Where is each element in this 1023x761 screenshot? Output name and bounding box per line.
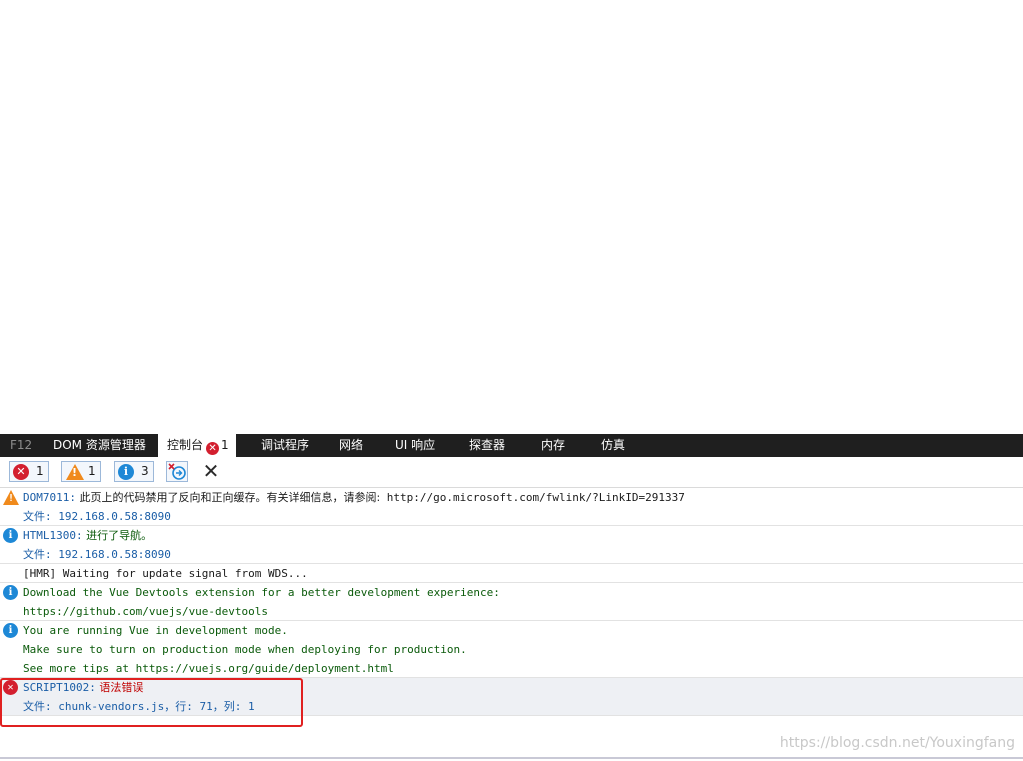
info-icon: i	[3, 528, 18, 543]
tab-network[interactable]: 网络	[339, 434, 363, 457]
error-icon: ✕	[206, 442, 220, 455]
browser-page-blank	[0, 0, 1023, 434]
console-output: ! DOM7011: 此页上的代码禁用了反向和正向缓存。有关详细信息，请参阅: …	[0, 488, 1023, 761]
info-icon: i	[118, 464, 134, 480]
message-text: You are running Vue in development mode.	[23, 624, 288, 637]
message-text: Download the Vue Devtools extension for …	[23, 586, 500, 599]
message-line: SCRIPT1002: 语法错误	[23, 678, 143, 697]
filter-info-button[interactable]: i 3	[114, 461, 154, 482]
message-code: DOM7011:	[23, 491, 76, 504]
console-message-info[interactable]: i You are running Vue in development mod…	[0, 621, 1023, 678]
console-message-log[interactable]: [HMR] Waiting for update signal from WDS…	[0, 564, 1023, 583]
warning-icon: !	[66, 464, 84, 480]
message-text: Make sure to turn on production mode whe…	[23, 643, 467, 656]
console-toolbar: ✕ 1 ! 1 i 3 ✕	[0, 457, 1023, 488]
tab-console[interactable]: 控制台 ✕ 1	[158, 434, 236, 457]
filter-errors-button[interactable]: ✕ 1	[9, 461, 49, 482]
message-source-file[interactable]: 文件: chunk-vendors.js，行: 71，列: 1	[23, 697, 255, 716]
tab-emulation[interactable]: 仿真	[601, 434, 625, 457]
console-message-info[interactable]: i Download the Vue Devtools extension fo…	[0, 583, 1023, 621]
message-code: SCRIPT1002:	[23, 681, 96, 694]
tab-debugger[interactable]: 调试程序	[261, 434, 309, 457]
message-code: HTML1300:	[23, 529, 83, 542]
message-text-link[interactable]: https://github.com/vuejs/vue-devtools	[23, 602, 268, 621]
filter-warnings-button[interactable]: ! 1	[61, 461, 101, 482]
tab-ui-responsiveness[interactable]: UI 响应	[395, 434, 435, 457]
console-message-error[interactable]: ✕ SCRIPT1002: 语法错误 文件: chunk-vendors.js，…	[0, 678, 1023, 716]
info-icon: i	[3, 623, 18, 638]
console-message-info[interactable]: i HTML1300: 进行了导航。 文件: 192.168.0.58:8090	[0, 526, 1023, 564]
warning-icon: !	[3, 490, 19, 505]
message-text: See more tips at https://vuejs.org/guide…	[23, 662, 394, 675]
message-source-file[interactable]: 文件: 192.168.0.58:8090	[23, 507, 171, 526]
error-icon: ✕	[3, 680, 18, 695]
tab-dom-explorer[interactable]: DOM 资源管理器	[53, 434, 146, 457]
info-count: 3	[141, 464, 149, 478]
message-text: [HMR] Waiting for update signal from WDS…	[23, 567, 308, 580]
error-icon: ✕	[13, 464, 29, 480]
message-text: 进行了导航。	[82, 529, 153, 542]
devtools-tab-bar: F12 DOM 资源管理器 控制台 ✕ 1 调试程序 网络 UI 响应 探查器 内存…	[0, 434, 1023, 457]
watermark: https://blog.csdn.net/Youxingfang	[779, 735, 1015, 751]
panel-bottom-border	[0, 757, 1023, 759]
tab-profiler[interactable]: 探查器	[469, 434, 505, 457]
tab-memory[interactable]: 内存	[541, 434, 565, 457]
warnings-count: 1	[88, 464, 96, 478]
tab-console-label: 控制台	[167, 438, 204, 452]
console-message-warning[interactable]: ! DOM7011: 此页上的代码禁用了反向和正向缓存。有关详细信息，请参阅: …	[0, 488, 1023, 526]
message-source-file[interactable]: 文件: 192.168.0.58:8090	[23, 545, 171, 564]
message-line: HTML1300: 进行了导航。	[23, 526, 152, 545]
message-link[interactable]: http://go.microsoft.com/fwlink/?LinkID=2…	[380, 491, 685, 504]
f12-devtools-panel: F12 DOM 资源管理器 控制台 ✕ 1 调试程序 网络 UI 响应 探查器 内存…	[0, 434, 1023, 761]
tab-console-error-count: 1	[221, 438, 229, 452]
message-text: 此页上的代码禁用了反向和正向缓存。有关详细信息，请参阅:	[75, 491, 381, 504]
clear-on-navigate-icon[interactable]	[166, 461, 188, 482]
f12-label: F12	[10, 438, 33, 452]
message-line: DOM7011: 此页上的代码禁用了反向和正向缓存。有关详细信息，请参阅: ht…	[23, 488, 685, 507]
errors-count: 1	[36, 464, 44, 478]
message-text: 语法错误	[95, 681, 144, 694]
info-icon: i	[3, 585, 18, 600]
clear-console-icon[interactable]: ✕	[200, 461, 222, 482]
